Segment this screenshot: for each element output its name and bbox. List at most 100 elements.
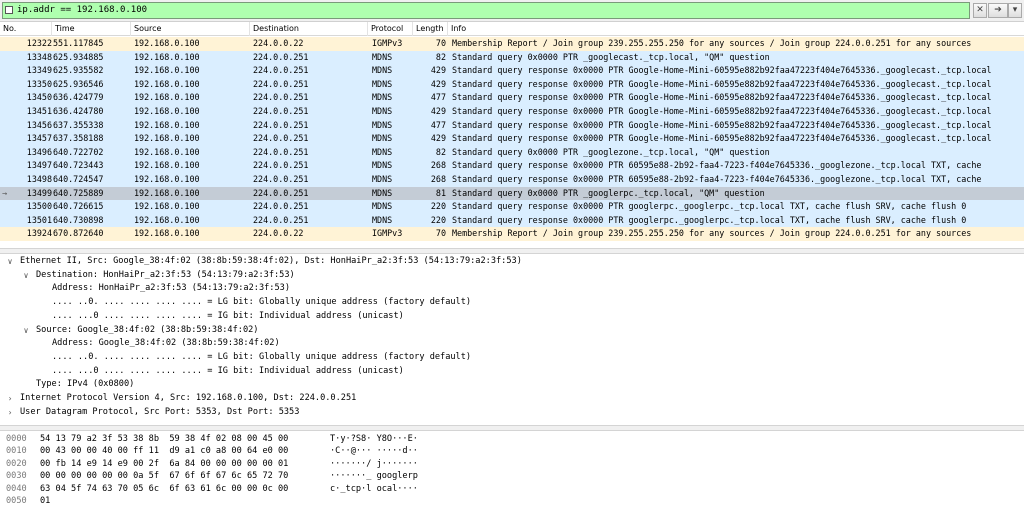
packet-cell-time: 637.355338: [53, 119, 104, 130]
column-header-protocol[interactable]: Protocol: [368, 22, 413, 36]
packet-row[interactable]: 13348 625.934885 192.168.0.100 224.0.0.251 M…: [0, 50, 1024, 65]
packet-cell-info: Standard query response 0x0000 PTR Googl…: [452, 92, 992, 103]
detail-tree-item[interactable]: .... ...0 .... .... .... .... = IG bit: …: [52, 365, 404, 379]
column-header-length[interactable]: Length: [413, 22, 448, 36]
expand-open-icon[interactable]: ∨: [6, 255, 14, 269]
column-header-no[interactable]: No.: [0, 22, 52, 36]
packet-row[interactable]: 13496 640.722702 192.168.0.100 224.0.0.251 M…: [0, 145, 1024, 160]
packet-cell-src: 192.168.0.100: [134, 78, 200, 89]
related-packet-icon: →: [2, 187, 8, 198]
column-header-destination[interactable]: Destination: [250, 22, 368, 36]
detail-tree-item[interactable]: Ethernet II, Src: Google_38:4f:02 (38:8b…: [20, 255, 522, 269]
packet-cell-dst: 224.0.0.251: [253, 174, 309, 184]
byte-offset: 0010: [6, 446, 27, 457]
packet-cell-dst: 224.0.0.22: [253, 38, 304, 48]
packet-cell-src: 192.168.0.100: [134, 65, 200, 76]
byte-hex: 54 13 79 a2 3f 53 38 8b 59 38 4f 02 08 0…: [40, 434, 289, 444]
packet-row[interactable]: 13924 670.872640 192.168.0.100 224.0.0.22 IG…: [0, 227, 1024, 241]
packet-cell-len: 429: [430, 65, 446, 76]
packet-row[interactable]: 13451 636.424780 192.168.0.100 224.0.0.251 M…: [0, 105, 1024, 119]
detail-tree-item[interactable]: Destination: HonHaiPr_a2:3f:53 (54:13:79…: [36, 269, 295, 283]
detail-tree-item[interactable]: Internet Protocol Version 4, Src: 192.16…: [20, 392, 356, 406]
packet-row[interactable]: 13501 640.730898 192.168.0.100 224.0.0.251 M…: [0, 213, 1024, 228]
packet-row[interactable]: 13499 640.725889 192.168.0.100 224.0.0.251 M…: [0, 186, 1024, 201]
display-filter-toolbar: ip.addr == 192.168.0.100 ✕ ➔ ▾: [0, 0, 1024, 22]
packet-cell-time: 640.725889: [53, 187, 104, 198]
packet-details-pane: ∨ Ethernet II, Src: Google_38:4f:02 (38:8…: [0, 254, 1024, 425]
packet-cell-time: 625.934885: [53, 51, 104, 62]
packet-row[interactable]: 13498 640.724547 192.168.0.100 224.0.0.251 M…: [0, 173, 1024, 187]
packet-cell-time: 637.358188: [53, 133, 104, 144]
byte-hex: 00 fb 14 e9 14 e9 00 2f 6a 84 00 00 00 0…: [40, 458, 289, 469]
packet-cell-info: Standard query response 0x0000 PTR Googl…: [452, 119, 992, 130]
bookmark-icon[interactable]: [5, 6, 13, 14]
byte-ascii: T·y·?S8· Y8O···E·: [330, 434, 418, 444]
packet-cell-no: 13349: [26, 65, 52, 76]
packet-cell-no: 13450: [26, 92, 52, 103]
detail-tree-item[interactable]: .... ...0 .... .... .... .... = IG bit: …: [52, 310, 404, 324]
packet-cell-src: 192.168.0.100: [134, 119, 200, 130]
byte-offset: 0030: [6, 471, 27, 482]
packet-cell-time: 640.723443: [53, 160, 104, 171]
byte-ascii: c·_tcp·l ocal····: [330, 483, 418, 494]
packet-cell-src: 192.168.0.100: [134, 133, 200, 144]
detail-tree-item[interactable]: .... ..0. .... .... .... .... = LG bit: …: [52, 351, 471, 365]
packet-cell-proto: MDNS: [372, 201, 393, 212]
filter-dropdown-button[interactable]: ▾: [1008, 3, 1022, 18]
packet-row[interactable]: 13457 637.358188 192.168.0.100 224.0.0.251 M…: [0, 132, 1024, 146]
packet-cell-src: 192.168.0.100: [134, 106, 200, 116]
packet-row[interactable]: 13450 636.424779 192.168.0.100 224.0.0.251 M…: [0, 91, 1024, 105]
clear-filter-button[interactable]: ✕: [973, 3, 987, 18]
detail-tree-item[interactable]: Address: HonHaiPr_a2:3f:53 (54:13:79:a2:…: [52, 282, 290, 296]
packet-row[interactable]: 13497 640.723443 192.168.0.100 224.0.0.251 M…: [0, 159, 1024, 173]
packet-cell-len: 268: [430, 160, 446, 171]
expand-open-icon[interactable]: ∨: [22, 269, 30, 283]
packet-row[interactable]: 13456 637.355338 192.168.0.100 224.0.0.251 M…: [0, 118, 1024, 133]
packet-cell-info: Standard query response 0x0000 PTR Googl…: [452, 78, 992, 89]
apply-filter-button[interactable]: ➔: [988, 3, 1008, 18]
packet-list[interactable]: No. Time Source Destination Protocol Len…: [0, 22, 1024, 248]
packet-cell-no: 13501: [26, 214, 52, 225]
packet-cell-len: 81: [435, 187, 446, 198]
column-header-time[interactable]: Time: [52, 22, 131, 36]
packet-cell-proto: MDNS: [372, 174, 393, 184]
packet-cell-len: 70: [435, 228, 446, 239]
byte-offset: 0000: [6, 434, 27, 444]
packet-row[interactable]: 12322 551.117845 192.168.0.100 224.0.0.22 IG…: [0, 37, 1024, 51]
packet-cell-info: Standard query response 0x0000 PTR googl…: [452, 214, 967, 225]
packet-cell-no: 13348: [26, 51, 52, 62]
byte-offset: 0050: [6, 496, 27, 506]
packet-cell-time: 640.722702: [53, 146, 104, 157]
byte-ascii: ·······_ googlerp: [330, 471, 418, 482]
detail-tree-item[interactable]: .... ..0. .... .... .... .... = LG bit: …: [52, 296, 471, 310]
expand-closed-icon[interactable]: ›: [6, 392, 14, 406]
expand-open-icon[interactable]: ∨: [22, 324, 30, 338]
column-header-source[interactable]: Source: [131, 22, 250, 36]
packet-cell-len: 70: [435, 38, 446, 48]
packet-cell-time: 640.730898: [53, 214, 104, 225]
detail-tree-item[interactable]: Type: IPv4 (0x0800): [36, 378, 134, 392]
packet-cell-src: 192.168.0.100: [134, 174, 200, 184]
detail-tree-item[interactable]: User Datagram Protocol, Src Port: 5353, …: [20, 406, 299, 420]
display-filter-input[interactable]: ip.addr == 192.168.0.100: [2, 2, 970, 19]
byte-hex: 63 04 5f 74 63 70 05 6c 6f 63 61 6c 00 0…: [40, 483, 289, 494]
packet-cell-no: 13500: [26, 201, 52, 212]
packet-cell-src: 192.168.0.100: [134, 201, 200, 212]
packet-cell-no: 13457: [26, 133, 52, 144]
packet-list-header: No. Time Source Destination Protocol Len…: [0, 22, 1024, 36]
packet-cell-dst: 224.0.0.251: [253, 119, 309, 130]
packet-row[interactable]: 13349 625.935582 192.168.0.100 224.0.0.251 M…: [0, 64, 1024, 78]
packet-cell-info: Membership Report / Join group 239.255.2…: [452, 228, 972, 239]
packet-cell-dst: 224.0.0.251: [253, 78, 309, 89]
packet-cell-no: 13451: [26, 106, 52, 116]
packet-cell-no: 13499: [26, 187, 52, 198]
column-header-info[interactable]: Info: [448, 22, 1024, 36]
packet-cell-dst: 224.0.0.251: [253, 160, 309, 171]
packet-cell-no: 12322: [26, 38, 52, 48]
packet-cell-proto: MDNS: [372, 160, 393, 171]
detail-tree-item[interactable]: Address: Google_38:4f:02 (38:8b:59:38:4f…: [52, 337, 280, 351]
packet-row[interactable]: 13350 625.936546 192.168.0.100 224.0.0.251 M…: [0, 77, 1024, 92]
detail-tree-item[interactable]: Source: Google_38:4f:02 (38:8b:59:38:4f:…: [36, 324, 258, 338]
expand-closed-icon[interactable]: ›: [6, 406, 14, 420]
packet-row[interactable]: 13500 640.726615 192.168.0.100 224.0.0.251 M…: [0, 200, 1024, 214]
